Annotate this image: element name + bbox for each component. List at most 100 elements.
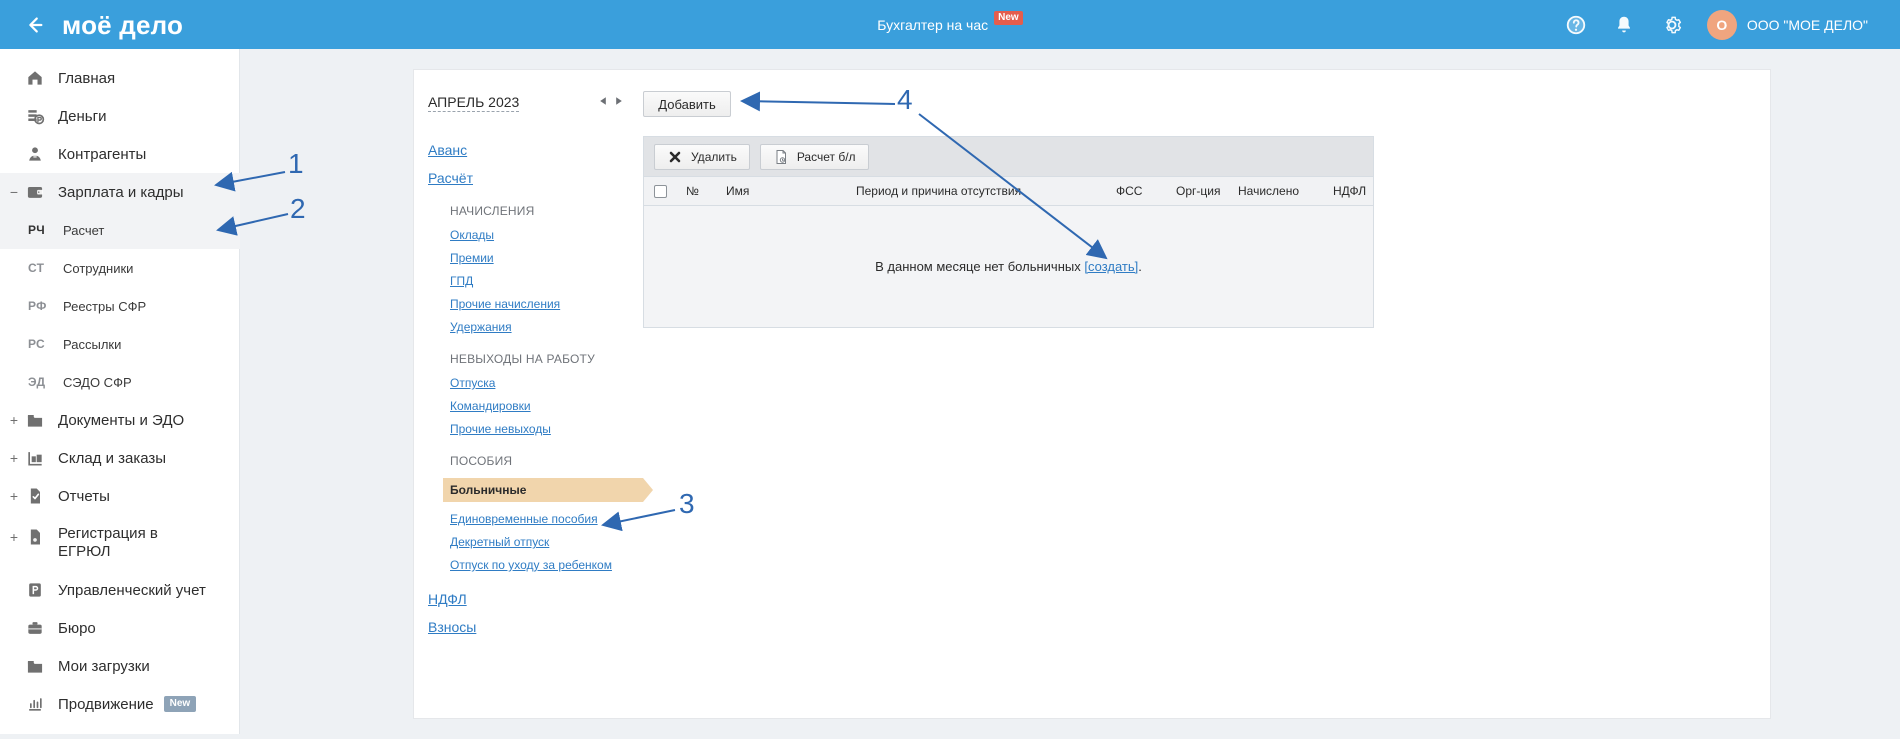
notifications-button[interactable] bbox=[1611, 12, 1637, 38]
sidebar-item-contractors[interactable]: Контрагенты bbox=[0, 135, 240, 173]
subitem-label: Рассылки bbox=[63, 336, 122, 352]
link-business-trips[interactable]: Командировки bbox=[450, 399, 648, 413]
gear-icon bbox=[1666, 16, 1681, 33]
add-button[interactable]: Добавить bbox=[643, 91, 731, 117]
col-name: Имя bbox=[726, 184, 750, 198]
link-maternity-leave[interactable]: Декретный отпуск bbox=[450, 535, 648, 549]
section-absences: НЕВЫХОДЫ НА РАБОТУ bbox=[450, 352, 595, 366]
top-center-link[interactable]: Бухгалтер на час New bbox=[877, 10, 1023, 33]
col-period-reason: Период и причина отсутствия bbox=[856, 184, 1022, 198]
sidebar-item-home[interactable]: Главная bbox=[0, 59, 240, 97]
link-vacations[interactable]: Отпуска bbox=[450, 376, 648, 390]
month-label[interactable]: АПРЕЛЬ 2023 bbox=[428, 94, 520, 112]
subitem-abbr: РФ bbox=[28, 299, 47, 313]
select-all-checkbox-cell bbox=[654, 184, 686, 198]
expand-icon[interactable]: + bbox=[8, 488, 20, 504]
subitem-abbr: РС bbox=[28, 337, 45, 351]
link-bonuses[interactable]: Премии bbox=[450, 251, 648, 265]
sidebar-subitem-calculation[interactable]: РЧ Расчет bbox=[0, 211, 240, 249]
home-icon bbox=[24, 67, 46, 89]
calc-sick-leave-button[interactable]: Расчет б/л bbox=[759, 143, 869, 170]
collapse-icon[interactable]: − bbox=[8, 184, 20, 200]
grid-header: № Имя Период и причина отсутствия ФСС Ор… bbox=[644, 177, 1373, 206]
back-button[interactable] bbox=[20, 11, 48, 39]
sidebar-item-downloads[interactable]: Мои загрузки bbox=[0, 647, 240, 685]
annotation-number-2: 2 bbox=[290, 193, 306, 224]
col-ndfl: НДФЛ bbox=[1333, 184, 1367, 198]
sidebar-subitem-mailings[interactable]: РС Рассылки bbox=[0, 325, 240, 363]
link-other-accruals[interactable]: Прочие начисления bbox=[450, 297, 648, 311]
contacts-icon bbox=[24, 143, 46, 165]
sidebar-item-money[interactable]: Деньги bbox=[0, 97, 240, 135]
link-advance[interactable]: Аванс bbox=[428, 142, 648, 158]
company-menu[interactable]: О ООО "МОЕ ДЕЛО" bbox=[1706, 9, 1868, 40]
selected-sick-leave[interactable]: Больничные bbox=[443, 478, 653, 502]
subitem-label: Реестры СФР bbox=[63, 298, 147, 314]
link-child-care-leave[interactable]: Отпуск по уходу за ребенком bbox=[450, 558, 648, 572]
link-gpd[interactable]: ГПД bbox=[450, 274, 648, 288]
topbar: моё дело Бухгалтер на час New О ООО "МОЕ… bbox=[0, 0, 1900, 49]
sidebar-item-label: Управленческий учет bbox=[58, 581, 206, 599]
sidebar-item-label: Склад и заказы bbox=[58, 449, 167, 467]
create-sick-leave-link[interactable]: [создать] bbox=[1084, 259, 1138, 274]
expand-icon[interactable]: + bbox=[8, 529, 20, 545]
document-calc-icon bbox=[773, 149, 789, 165]
sidebar-item-documents[interactable]: + Документы и ЭДО bbox=[0, 401, 240, 439]
expand-icon[interactable]: + bbox=[8, 412, 20, 428]
calc-sick-leave-label: Расчет б/л bbox=[796, 149, 856, 164]
sidebar-item-label: Контрагенты bbox=[58, 145, 147, 163]
settings-button[interactable] bbox=[1659, 12, 1685, 38]
month-selector: АПРЕЛЬ 2023 bbox=[428, 94, 520, 112]
sidebar-item-warehouse[interactable]: + Склад и заказы bbox=[0, 439, 240, 477]
section-accruals: НАЧИСЛЕНИЯ bbox=[450, 204, 535, 218]
sidebar-item-bureau[interactable]: Бюро bbox=[0, 609, 240, 647]
select-all-checkbox[interactable] bbox=[654, 184, 667, 198]
link-calculation[interactable]: Расчёт bbox=[428, 170, 648, 186]
payroll-left-menu: Аванс Расчёт НАЧИСЛЕНИЯ Оклады Премии ГП… bbox=[428, 142, 653, 635]
sidebar-item-label: Документы и ЭДО bbox=[58, 411, 185, 429]
sidebar-subitem-employees[interactable]: СТ Сотрудники bbox=[0, 249, 240, 287]
sidebar-subitem-sedo[interactable]: ЭД СЭДО СФР bbox=[0, 363, 240, 401]
sidebar-item-management[interactable]: Управленческий учет bbox=[0, 571, 240, 609]
link-other-absences[interactable]: Прочие невыходы bbox=[450, 422, 648, 436]
link-deductions[interactable]: Удержания bbox=[450, 320, 648, 334]
delete-button[interactable]: Удалить bbox=[654, 143, 750, 170]
col-org: Орг-ция bbox=[1176, 184, 1221, 198]
main-card: АПРЕЛЬ 2023 Аванс Расчёт НАЧИСЛЕНИЯ Окла… bbox=[413, 69, 1771, 719]
money-icon bbox=[24, 105, 46, 127]
link-contributions[interactable]: Взносы bbox=[428, 619, 648, 635]
section-benefits: ПОСОБИЯ bbox=[450, 454, 513, 468]
sidebar-nav: Главная Деньги Контрагенты − Зарплата и … bbox=[0, 59, 240, 723]
triangle-right-icon bbox=[616, 97, 622, 105]
col-fss: ФСС bbox=[1116, 184, 1143, 198]
promotion-icon bbox=[24, 693, 46, 715]
expand-icon[interactable]: + bbox=[8, 450, 20, 466]
sidebar-item-label: Бюро bbox=[58, 619, 96, 637]
sidebar-item-registration[interactable]: + Регистрация в ЕГРЮЛ bbox=[0, 515, 240, 571]
top-center-title: Бухгалтер на час bbox=[877, 16, 989, 33]
link-ndfl[interactable]: НДФЛ bbox=[428, 591, 648, 607]
registration-icon bbox=[24, 526, 46, 548]
prev-month-button[interactable] bbox=[598, 96, 608, 106]
subitem-abbr: РЧ bbox=[28, 223, 46, 237]
sidebar-item-reports[interactable]: + Отчеты bbox=[0, 477, 240, 515]
help-icon bbox=[1566, 15, 1585, 34]
col-accrued: Начислено bbox=[1238, 184, 1300, 198]
sidebar-item-label: Деньги bbox=[58, 107, 107, 125]
sidebar-subitem-registries[interactable]: РФ Реестры СФР bbox=[0, 287, 240, 325]
downloads-icon bbox=[24, 655, 46, 677]
help-button[interactable] bbox=[1563, 12, 1589, 38]
close-icon bbox=[667, 149, 683, 165]
sidebar-item-promotion[interactable]: Продвижение New bbox=[0, 685, 240, 723]
app-logo[interactable]: моё дело bbox=[62, 12, 183, 38]
col-number: № bbox=[686, 184, 699, 198]
empty-state: В данном месяце нет больничных [создать]… bbox=[644, 259, 1373, 274]
topbar-right: О ООО "МОЕ ДЕЛО" bbox=[1563, 0, 1868, 49]
delete-button-label: Удалить bbox=[691, 149, 737, 164]
next-month-button[interactable] bbox=[614, 96, 624, 106]
link-salaries[interactable]: Оклады bbox=[450, 228, 648, 242]
sidebar-item-label: Продвижение bbox=[58, 695, 154, 713]
link-one-time-benefits[interactable]: Единовременные пособия bbox=[450, 512, 648, 526]
sidebar-item-payroll[interactable]: − Зарплата и кадры bbox=[0, 173, 240, 211]
